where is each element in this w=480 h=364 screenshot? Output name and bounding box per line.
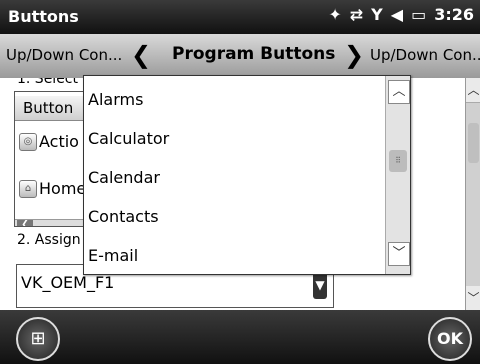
battery-icon: ▭ (411, 5, 427, 24)
tab-bar: Up/Down Con... ❮ Program Buttons ❯ Up/Do… (0, 34, 480, 78)
status-bar: Buttons ✦ ⇄ Y ◀ ▭ 3:26 (0, 0, 480, 34)
dropdown-item-alarms[interactable]: Alarms (88, 90, 143, 109)
no-signal-icon: Y (371, 5, 383, 24)
assign-value: VK_OEM_F1 (21, 273, 115, 292)
status-icons: ✦ ⇄ Y ◀ ▭ 3:26 (328, 5, 474, 24)
list-item[interactable]: ⌂ Home (19, 179, 86, 198)
windows-start-icon[interactable]: ⊞ (16, 317, 60, 361)
tab-next[interactable]: Up/Down Con... (370, 46, 480, 64)
tab-current: Program Buttons (172, 44, 336, 64)
dropdown-item-contacts[interactable]: Contacts (88, 207, 159, 226)
scroll-thumb[interactable] (468, 123, 479, 163)
list-item[interactable]: ◎ Actio (19, 132, 79, 151)
dropdown-scrollbar[interactable]: ︿ ⠿ ﹀ (385, 76, 410, 274)
chevron-left-icon[interactable]: ❮ (131, 43, 151, 67)
app-dropdown-list[interactable]: Alarms Calculator Calendar Contacts E-ma… (83, 75, 411, 275)
dpad-icon: ◎ (19, 132, 37, 151)
dropdown-item-calculator[interactable]: Calculator (88, 129, 169, 148)
dropdown-scroll-thumb[interactable]: ⠿ (389, 150, 407, 172)
scroll-up-icon[interactable]: ︿ (466, 78, 480, 103)
list-item-label: Home (39, 179, 87, 198)
ok-button[interactable]: OK (428, 317, 472, 361)
speaker-icon: ◀ (390, 5, 404, 24)
scroll-left-icon[interactable]: ❮ (17, 220, 33, 226)
sync-icon: ⇄ (349, 5, 364, 24)
signal-icon: ✦ (328, 5, 342, 24)
select-label: 1. Select (17, 78, 78, 87)
tab-prev[interactable]: Up/Down Con... (6, 46, 124, 64)
dropdown-scroll-up-icon[interactable]: ︿ (388, 80, 410, 104)
chevron-right-icon[interactable]: ❯ (344, 43, 364, 67)
assign-label: 2. Assign (17, 232, 81, 248)
dropdown-item-email[interactable]: E-mail (88, 246, 138, 265)
home-icon: ⌂ (19, 179, 37, 198)
list-item-label: Actio (39, 132, 79, 151)
dropdown-arrow-icon[interactable]: ▼ (313, 271, 327, 299)
clock: 3:26 (434, 5, 474, 24)
bottom-bar: ⊞ OK (0, 310, 480, 364)
dropdown-item-calendar[interactable]: Calendar (88, 168, 160, 187)
column-header-label: Button (23, 99, 74, 117)
dropdown-scroll-down-icon[interactable]: ﹀ (388, 242, 410, 266)
scroll-down-icon[interactable]: ﹀ (466, 286, 480, 310)
window-title: Buttons (8, 7, 79, 26)
vertical-scrollbar[interactable]: ︿ ﹀ (465, 78, 480, 310)
